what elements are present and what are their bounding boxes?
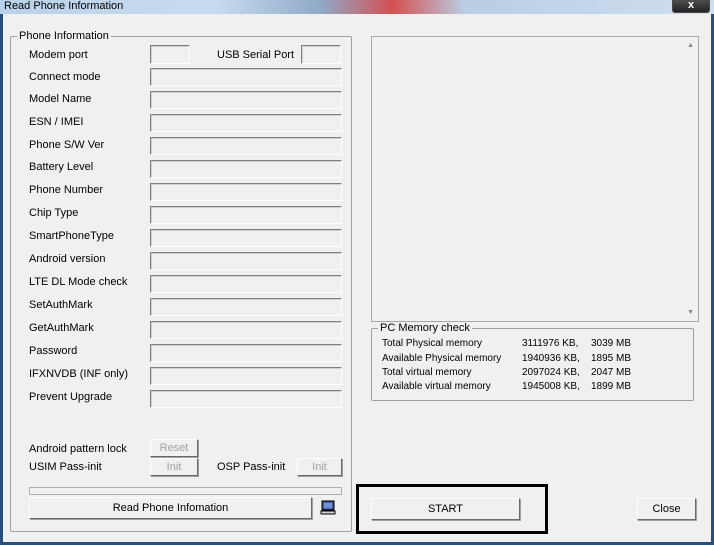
dialog-client: Phone Information Modem port USB Serial … (3, 14, 711, 542)
phone-number-field (150, 183, 342, 201)
pc-memory-check-group: PC Memory check Total Physical memory 31… (371, 322, 694, 401)
getauthmark-field (150, 321, 342, 339)
computer-icon[interactable] (320, 500, 336, 516)
model-name-field (150, 91, 342, 109)
smartphone-type-field (150, 229, 342, 247)
osp-init-button[interactable]: Init (297, 458, 342, 476)
field-label: Android version (29, 253, 106, 265)
password-field (150, 344, 342, 362)
phone-information-group: Phone Information Modem port USB Serial … (10, 30, 352, 532)
memory-row-label: Available Physical memory (382, 353, 502, 364)
memory-row-kb: 3111976 KB, (522, 338, 579, 349)
field-label: Chip Type (29, 207, 79, 219)
scroll-down-arrow-icon[interactable]: ▼ (687, 309, 694, 316)
memory-row-kb: 2097024 KB, (522, 367, 580, 378)
field-label: SetAuthMark (29, 299, 93, 311)
progress-bar (29, 487, 342, 495)
window-title: Read Phone Information (4, 0, 124, 12)
pc-memory-check-legend: PC Memory check (378, 322, 472, 335)
memory-row-label: Total Physical memory (382, 338, 483, 349)
field-label: Battery Level (29, 161, 94, 173)
phone-sw-ver-field (150, 137, 342, 155)
android-version-field (150, 252, 342, 270)
field-label: Prevent Upgrade (29, 391, 113, 403)
connect-mode-field (150, 68, 342, 86)
output-textarea[interactable]: ▲ ▼ (371, 36, 699, 322)
memory-row-label: Available virtual memory (382, 381, 491, 392)
field-label: Phone Number (29, 184, 103, 196)
modem-port-label: Modem port (29, 49, 88, 61)
battery-level-field (150, 160, 342, 178)
reset-button[interactable]: Reset (150, 439, 198, 457)
phone-information-legend: Phone Information (17, 30, 111, 43)
memory-row-mb: 1899 MB (591, 381, 632, 392)
osp-pass-init-label: OSP Pass-init (217, 461, 286, 473)
field-label: Model Name (29, 93, 92, 105)
lte-dl-mode-field (150, 275, 342, 293)
field-label: Password (29, 345, 78, 357)
field-label: LTE DL Mode check (29, 276, 128, 288)
usim-init-button[interactable]: Init (150, 458, 198, 476)
field-label: Phone S/W Ver (29, 139, 105, 151)
chip-type-field (150, 206, 342, 224)
close-button[interactable]: Close (637, 498, 696, 520)
memory-row-label: Total virtual memory (382, 367, 472, 378)
field-label: IFXNVDB (INF only) (29, 368, 129, 380)
setauthmark-field (150, 298, 342, 316)
field-label: SmartPhoneType (29, 230, 114, 242)
read-phone-information-button[interactable]: Read Phone Infomation (29, 497, 312, 519)
field-label: Connect mode (29, 71, 101, 83)
field-label: GetAuthMark (29, 322, 94, 334)
scroll-up-arrow-icon[interactable]: ▲ (687, 42, 694, 49)
esn-imei-field (150, 114, 342, 132)
title-bar: Read Phone Information x (0, 0, 714, 14)
usb-serial-port-label: USB Serial Port (217, 49, 295, 61)
memory-row-mb: 1895 MB (591, 353, 632, 364)
usim-pass-init-label: USIM Pass-init (29, 461, 102, 473)
memory-row-mb: 2047 MB (591, 367, 632, 378)
ifxnvdb-field (150, 367, 342, 385)
memory-row-kb: 1940936 KB, (522, 353, 580, 364)
usb-serial-port-field (301, 45, 341, 64)
field-label: ESN / IMEI (29, 116, 84, 128)
start-button[interactable]: START (371, 498, 520, 520)
memory-row-mb: 3039 MB (591, 338, 632, 349)
android-pattern-lock-label: Android pattern lock (29, 443, 127, 455)
close-window-button[interactable]: x (672, 0, 710, 13)
memory-row-kb: 1945008 KB, (522, 381, 580, 392)
modem-port-field (150, 45, 190, 64)
prevent-upgrade-field (150, 390, 342, 408)
